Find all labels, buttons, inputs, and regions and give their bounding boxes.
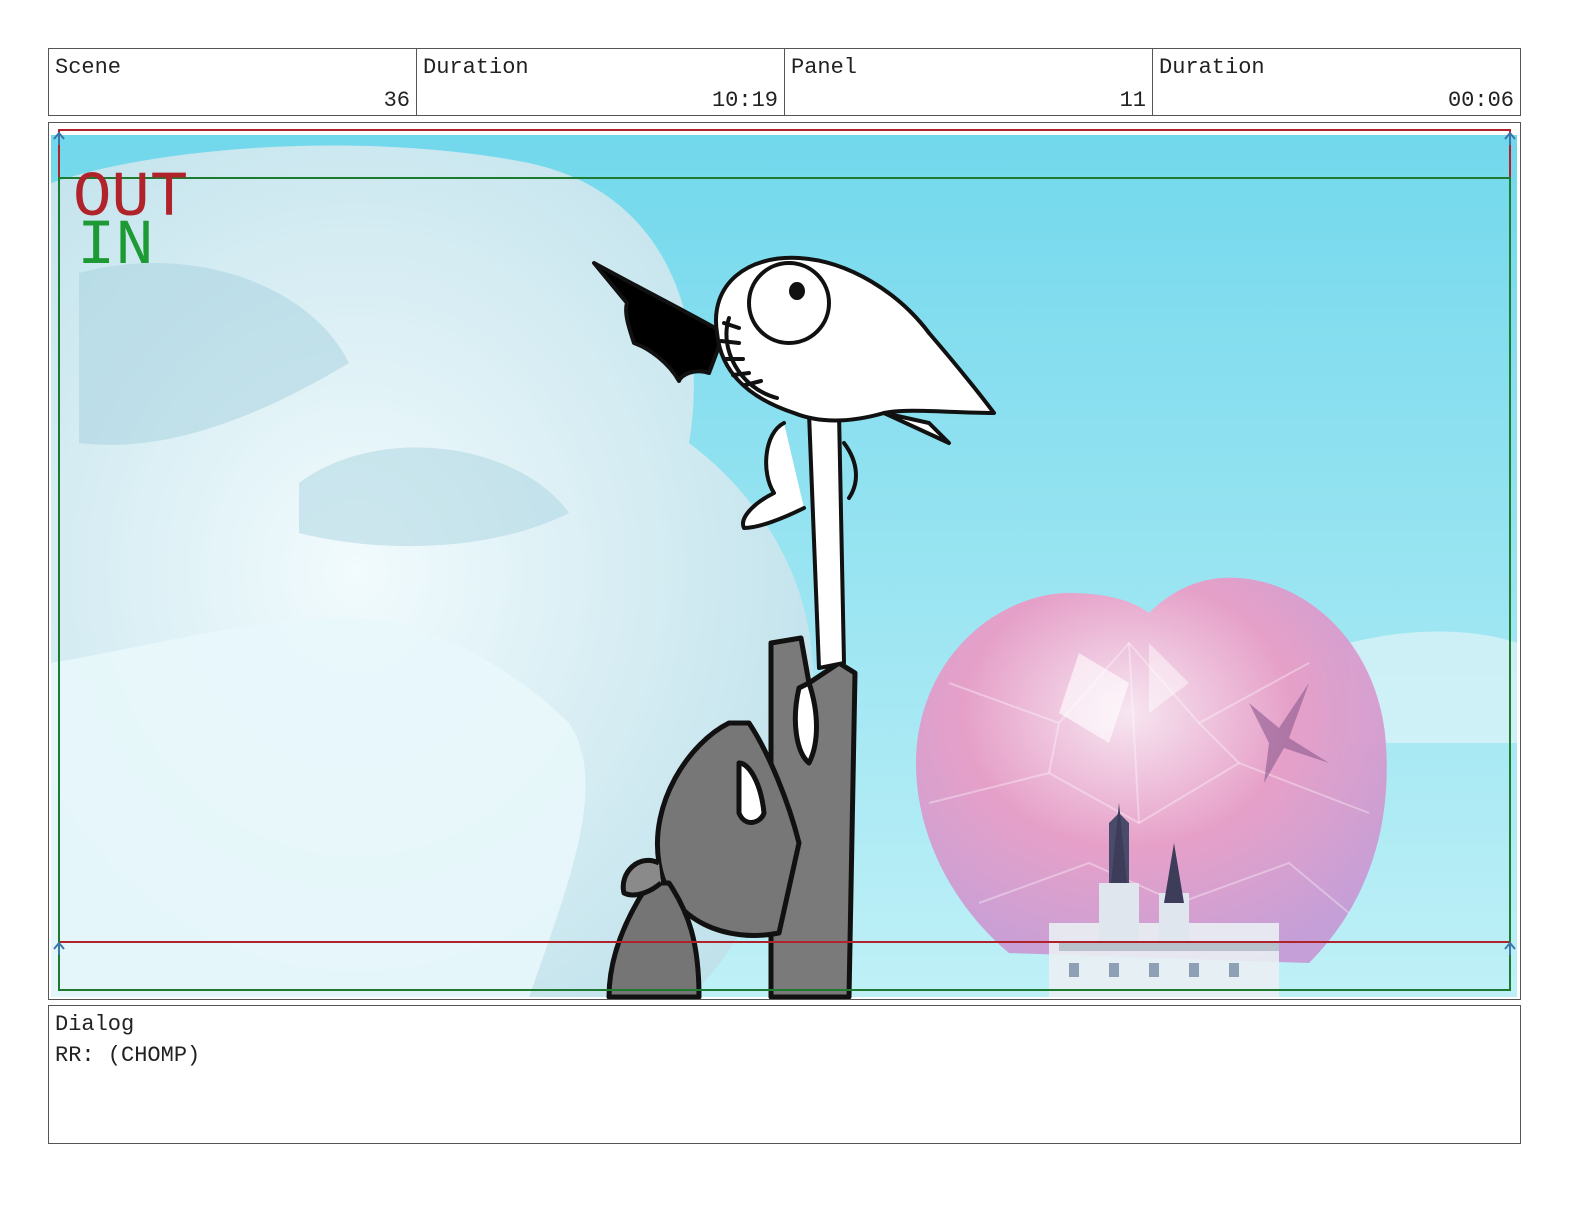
scene-label: Scene [55,55,122,80]
in-label: IN [77,211,154,283]
scene-cell: Scene 36 [49,49,417,115]
scene-duration-value: 10:19 [711,88,778,113]
dialog-box: Dialog RR: (CHOMP) [48,1005,1521,1144]
storyboard-panel: OUT IN [48,122,1521,1000]
panel-cell: Panel 11 [785,49,1153,115]
scene-duration-label: Duration [423,55,529,80]
panel-artwork: OUT IN [51,129,1517,999]
panel-duration-value: 00:06 [1447,88,1514,113]
scene-value: 36 [383,88,410,113]
panel-value: 11 [1119,88,1146,113]
panel-duration-cell: Duration 00:06 [1153,49,1520,115]
scene-duration-cell: Duration 10:19 [417,49,785,115]
panel-duration-label: Duration [1159,55,1265,80]
panel-header: Scene 36 Duration 10:19 Panel 11 Duratio… [48,48,1521,116]
dialog-line: RR: (CHOMP) [55,1043,201,1068]
panel-label: Panel [791,55,858,80]
dialog-label: Dialog [55,1012,135,1037]
